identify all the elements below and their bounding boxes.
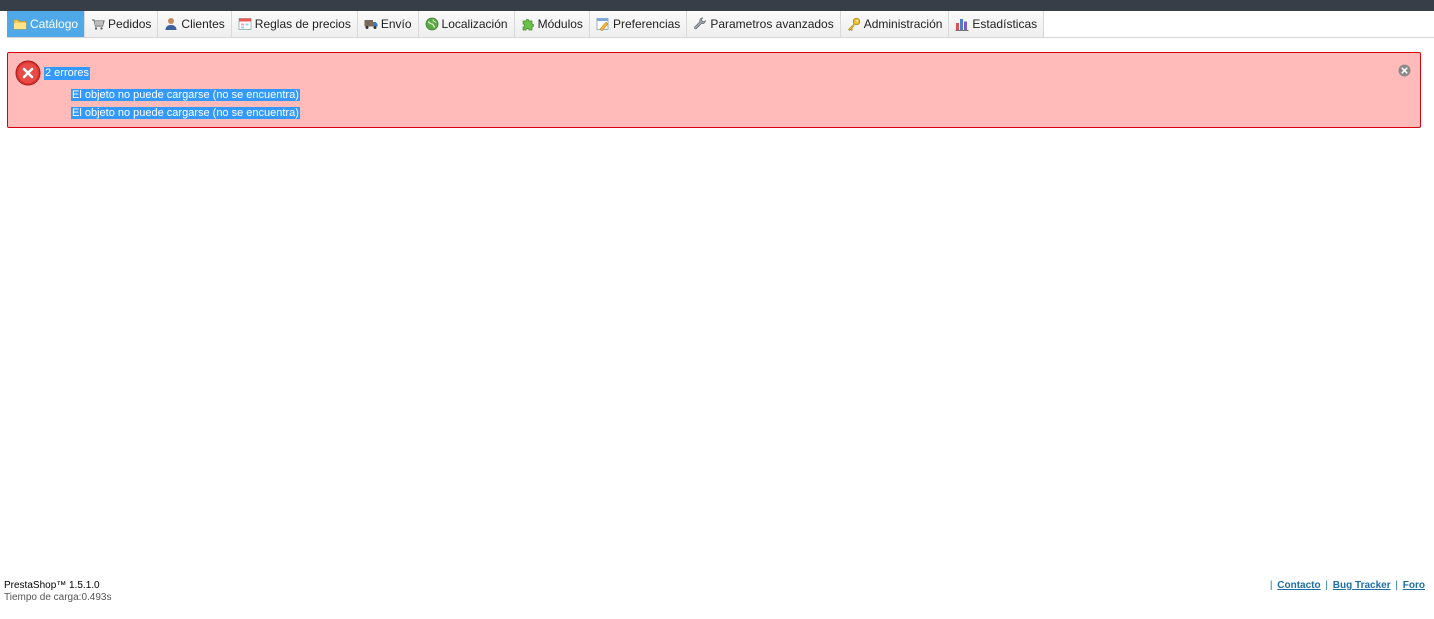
- main-nav-tabs: Catálogo Pedidos Clientes Reglas de prec…: [7, 11, 1434, 38]
- tab-administracion[interactable]: Administración: [840, 11, 950, 37]
- error-item: El objeto no puede cargarse (no se encue…: [71, 89, 300, 102]
- tab-label: Estadísticas: [972, 17, 1038, 31]
- tab-preferencias[interactable]: Preferencias: [589, 11, 688, 37]
- price-rules-icon: [238, 17, 252, 31]
- load-time-text: Tiempo de carga:0.493s: [4, 592, 112, 603]
- tab-label: Administración: [863, 17, 943, 31]
- tab-clientes[interactable]: Clientes: [158, 11, 232, 37]
- error-title: 2 errores: [44, 67, 91, 80]
- footer-separator: |: [1325, 580, 1329, 591]
- contact-link[interactable]: Contacto: [1277, 580, 1320, 591]
- tab-label: Clientes: [181, 17, 225, 31]
- footer-separator: |: [1269, 580, 1273, 591]
- tab-label: Pedidos: [108, 17, 152, 31]
- forum-link[interactable]: Foro: [1403, 580, 1425, 591]
- tab-estadisticas[interactable]: Estadísticas: [949, 11, 1045, 37]
- footer-links: | Contacto | Bug Tracker | Foro: [1268, 580, 1425, 592]
- key-icon: [847, 17, 861, 31]
- tab-parametros-avanzados[interactable]: Parametros avanzados: [687, 11, 841, 37]
- tab-reglas-de-precios[interactable]: Reglas de precios: [231, 11, 358, 37]
- globe-icon: [425, 17, 439, 31]
- top-bar: [0, 0, 1434, 11]
- wrench-icon: [693, 17, 707, 31]
- folder-icon: [13, 17, 27, 31]
- tab-label: Módulos: [537, 17, 583, 31]
- error-icon: [15, 60, 41, 86]
- cart-icon: [91, 17, 105, 31]
- preferences-icon: [596, 17, 610, 31]
- footer-separator: |: [1395, 580, 1398, 591]
- tab-label: Preferencias: [612, 17, 681, 31]
- puzzle-icon: [521, 17, 535, 31]
- error-item-text: El objeto no puede cargarse (no se encue…: [71, 107, 300, 119]
- tab-label: Reglas de precios: [254, 17, 351, 31]
- tab-label: Localización: [441, 17, 508, 31]
- close-icon[interactable]: [1398, 64, 1411, 77]
- bar-chart-icon: [955, 17, 969, 31]
- error-item: El objeto no puede cargarse (no se encue…: [71, 107, 300, 120]
- tab-envio[interactable]: Envío: [357, 11, 419, 37]
- truck-icon: [364, 17, 378, 31]
- tab-catalogo[interactable]: Catálogo: [7, 11, 86, 37]
- tab-label: Catálogo: [30, 17, 79, 31]
- tab-label: Parametros avanzados: [710, 17, 834, 31]
- error-item-text: El objeto no puede cargarse (no se encue…: [71, 89, 300, 101]
- version-text: PrestaShop™ 1.5.1.0: [4, 580, 100, 591]
- bug-tracker-link[interactable]: Bug Tracker: [1333, 580, 1391, 591]
- error-list: El objeto no puede cargarse (no se encue…: [71, 89, 300, 125]
- tab-label: Envío: [380, 17, 412, 31]
- footer-info: PrestaShop™ 1.5.1.0 Tiempo de carga:0.49…: [4, 580, 111, 604]
- tab-pedidos[interactable]: Pedidos: [85, 11, 159, 37]
- tab-modulos[interactable]: Módulos: [514, 11, 590, 37]
- tab-localizacion[interactable]: Localización: [418, 11, 515, 37]
- user-icon: [164, 17, 178, 31]
- error-alert: 2 errores El objeto no puede cargarse (n…: [7, 52, 1421, 128]
